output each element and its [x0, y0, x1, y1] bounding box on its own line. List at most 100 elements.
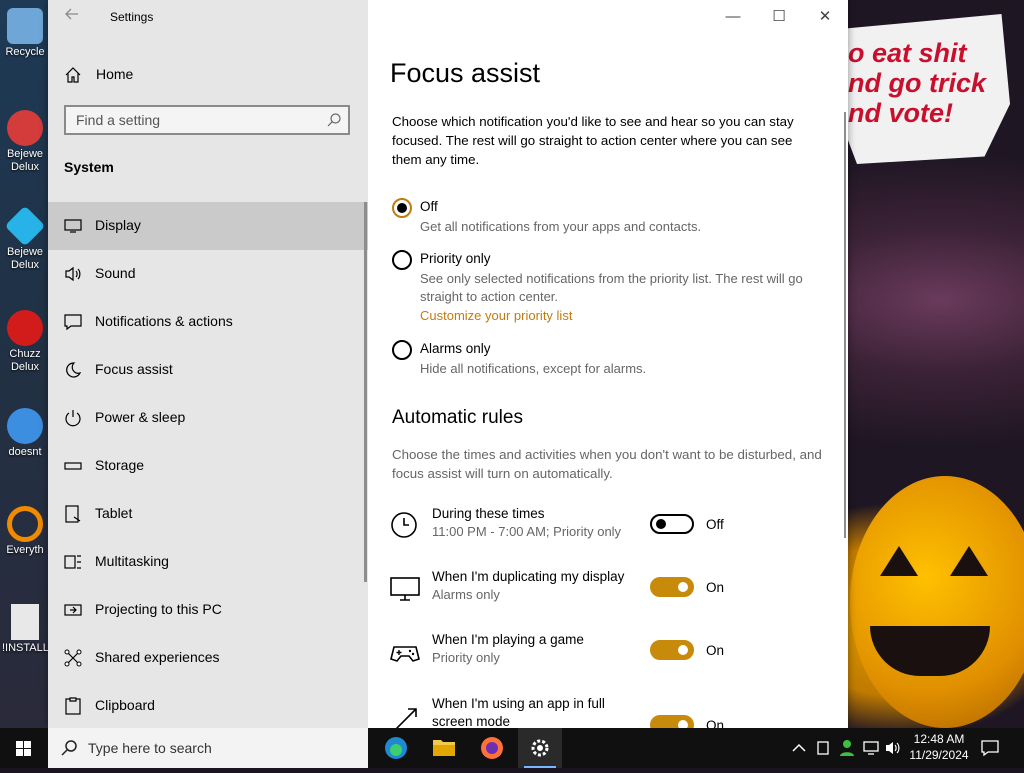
radio-alarms-only[interactable]: [392, 340, 412, 360]
toggle-state: On: [706, 643, 725, 658]
pumpkin-eye: [950, 546, 988, 576]
magnifier-icon: [7, 506, 43, 542]
find-setting-search[interactable]: [64, 105, 350, 135]
automatic-rules-heading: Automatic rules: [392, 407, 523, 428]
taskbar-clock[interactable]: 12:48 AM 11/29/2024: [906, 731, 972, 763]
recycle-bin-icon: [7, 8, 43, 44]
sidebar-item-clipboard[interactable]: Clipboard: [48, 682, 368, 728]
rule-playing-game[interactable]: When I'm playing a game Priority only On: [390, 631, 830, 681]
start-button[interactable]: [0, 728, 48, 768]
titlebar[interactable]: Settings: [48, 0, 368, 34]
radio-off[interactable]: [392, 198, 412, 218]
sidebar-item-projecting[interactable]: Projecting to this PC: [48, 586, 368, 634]
app-title: Settings: [110, 10, 154, 24]
desktop-icon-doesnt[interactable]: doesnt: [2, 408, 48, 459]
sidebar-item-display[interactable]: Display: [48, 202, 368, 250]
multitasking-icon: [64, 555, 81, 569]
page-description: Choose which notification you'd like to …: [392, 114, 794, 167]
desktop-icon-label: Bejewe Delux: [6, 246, 44, 271]
toggle-full-screen[interactable]: [650, 715, 694, 728]
tray-network[interactable]: [862, 728, 880, 768]
tray-chevron[interactable]: [790, 728, 808, 768]
clipboard-icon: [65, 697, 81, 715]
settings-window: Settings Home System Display Sound: [48, 0, 848, 728]
network-icon: [863, 741, 879, 755]
option-description: Get all notifications from your apps and…: [420, 219, 702, 234]
document-icon: [11, 604, 39, 640]
taskbar-firefox[interactable]: [470, 728, 514, 768]
sidebar-scrollbar[interactable]: [364, 202, 367, 582]
taskbar-edge[interactable]: [374, 728, 418, 768]
desktop-icon-column: Recycle Bejewe Delux Bejewe Delux Chuzz …: [0, 0, 49, 728]
desktop-icon-bejeweled[interactable]: Bejewe Delux: [2, 110, 48, 174]
taskbar-search[interactable]: Type here to search: [48, 728, 368, 768]
rule-duplicating-display[interactable]: When I'm duplicating my display Alarms o…: [390, 568, 830, 618]
storage-icon: [64, 462, 82, 470]
tray-device[interactable]: [814, 728, 832, 768]
option-label: Priority only: [420, 251, 491, 266]
home-label: Home: [96, 66, 134, 82]
taskbar-file-explorer[interactable]: [422, 728, 466, 768]
desktop-icon-label: Chuzz Delux: [9, 348, 41, 373]
desktop-icon-label: Recycle: [5, 46, 45, 58]
sidebar-item-label: Storage: [95, 457, 145, 473]
desktop-icon-install[interactable]: !INSTALL: [2, 604, 49, 655]
wallpaper-banner: o eat shit nd go trick nd vote!: [840, 14, 1010, 164]
sidebar-item-label: Focus assist: [95, 361, 173, 377]
tray-volume[interactable]: [884, 728, 902, 768]
taskbar-settings[interactable]: [518, 728, 562, 768]
toggle-duplicating-display[interactable]: [650, 577, 694, 597]
sidebar-item-label: Display: [95, 217, 141, 233]
desktop-icon-label: Everyth: [6, 544, 44, 556]
desktop-icon-everything[interactable]: Everyth: [2, 506, 48, 557]
sidebar-item-shared-experiences[interactable]: Shared experiences: [48, 634, 368, 682]
toggle-playing-game[interactable]: [650, 640, 694, 660]
sidebar-item-multitasking[interactable]: Multitasking: [48, 538, 368, 586]
action-center-button[interactable]: [980, 738, 1000, 758]
sidebar-nav: Display Sound Notifications & actions Fo…: [48, 202, 368, 728]
rule-subtitle: 11:00 PM - 7:00 AM; Priority only: [432, 524, 622, 539]
desktop-icon-recycle-bin[interactable]: Recycle: [2, 8, 48, 59]
rule-subtitle: Alarms only: [432, 587, 500, 602]
clock-time: 12:48 AM: [913, 732, 965, 746]
projecting-icon: [64, 604, 82, 616]
search-input[interactable]: [76, 111, 316, 129]
toggle-state: On: [706, 718, 725, 728]
close-button[interactable]: ✕: [802, 0, 848, 34]
rule-full-screen[interactable]: When I'm using an app in full screen mod…: [390, 695, 830, 728]
main-content: — ☐ ✕ Focus assist Choose which notifica…: [368, 0, 848, 728]
desktop-icon-bejeweled-2[interactable]: Bejewe Delux: [2, 205, 48, 272]
minimize-button[interactable]: —: [710, 0, 756, 34]
desktop-icon-label: doesnt: [8, 446, 42, 458]
rule-during-times[interactable]: During these times 11:00 PM - 7:00 AM; P…: [390, 505, 830, 555]
display-icon: [64, 219, 82, 233]
folder-icon: [433, 740, 455, 756]
maximize-button[interactable]: ☐: [756, 0, 802, 34]
sidebar-item-notifications[interactable]: Notifications & actions: [48, 298, 368, 346]
page-title: Focus assist: [390, 58, 541, 88]
content-scrollbar[interactable]: [844, 112, 846, 538]
desktop-icon-chuzzle[interactable]: Chuzz Delux: [2, 310, 48, 374]
sidebar-item-power-sleep[interactable]: Power & sleep: [48, 394, 368, 442]
speaker-icon: [65, 266, 81, 282]
sidebar-item-storage[interactable]: Storage: [48, 442, 368, 490]
back-button[interactable]: [62, 6, 82, 26]
sidebar-item-label: Clipboard: [95, 697, 155, 713]
shared-icon: [64, 649, 82, 667]
sidebar-item-sound[interactable]: Sound: [48, 250, 368, 298]
customize-priority-link[interactable]: Customize your priority list: [420, 308, 572, 323]
pumpkin-mouth: [870, 626, 990, 676]
sidebar-home[interactable]: Home: [48, 56, 368, 92]
section-title: System: [64, 159, 114, 175]
arrow-left-icon: [65, 8, 78, 20]
radio-priority-only[interactable]: [392, 250, 412, 270]
banner-line: nd go trick: [848, 68, 987, 98]
tray-user[interactable]: [838, 728, 856, 768]
toggle-during-times[interactable]: [650, 514, 694, 534]
sidebar-item-focus-assist[interactable]: Focus assist: [48, 346, 368, 394]
sidebar-item-tablet[interactable]: Tablet: [48, 490, 368, 538]
chevron-up-icon: [792, 743, 806, 752]
moon-icon: [66, 362, 82, 378]
edge-icon: [385, 737, 407, 759]
gem-icon: [4, 205, 46, 247]
